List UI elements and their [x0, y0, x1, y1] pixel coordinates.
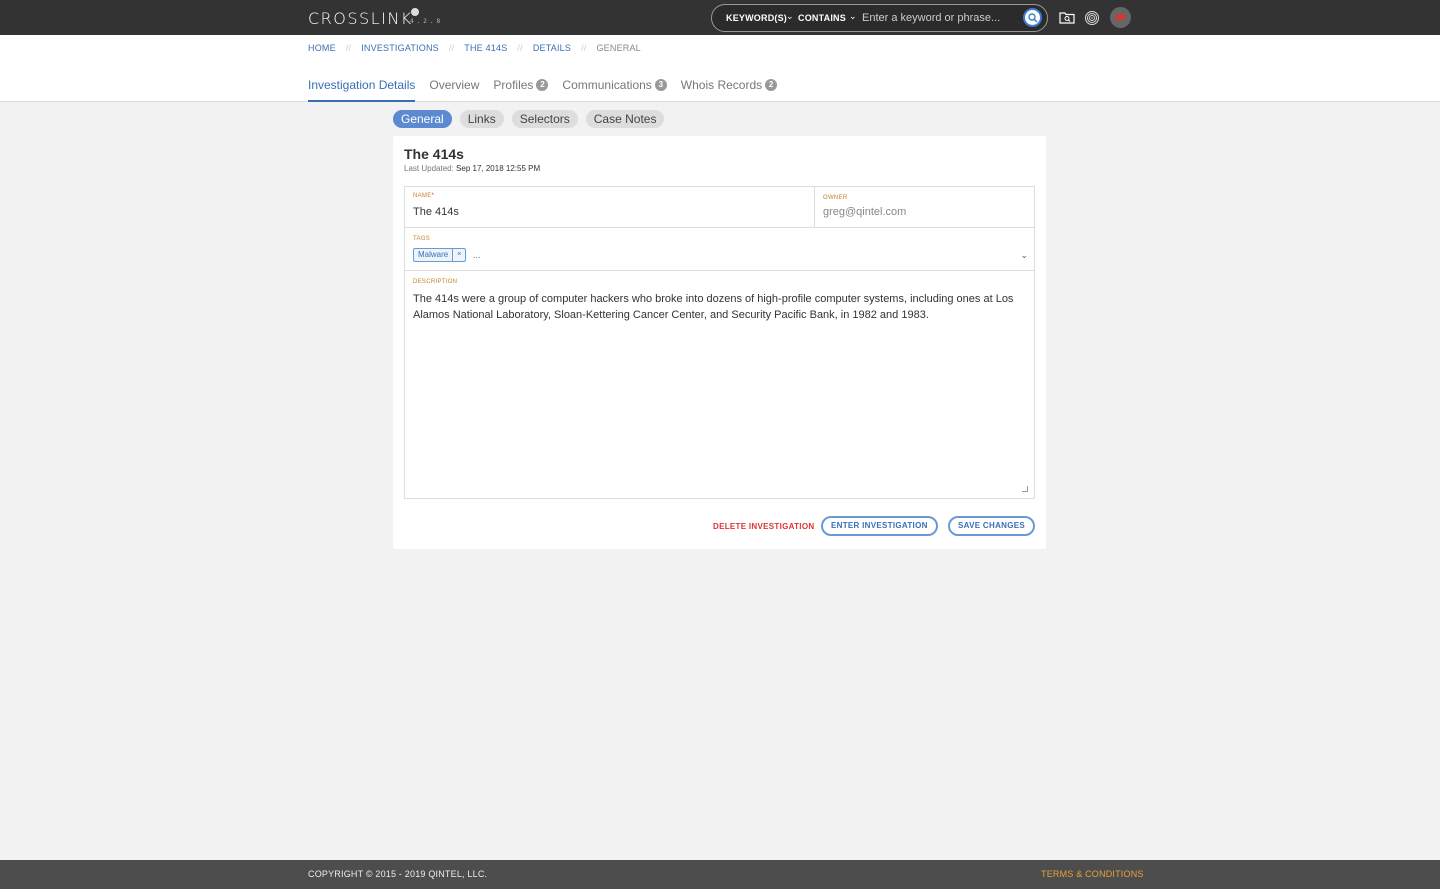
- name-input[interactable]: The 414s: [413, 206, 459, 218]
- user-avatar-icon: [1116, 14, 1125, 21]
- search-button[interactable]: [1023, 8, 1042, 27]
- description-textarea[interactable]: The 414s were a group of computer hacker…: [413, 291, 1023, 323]
- description-label: DESCRIPTION: [413, 279, 458, 285]
- enter-investigation-button[interactable]: ENTER INVESTIGATION: [821, 516, 938, 536]
- page-title: The 414s: [404, 146, 464, 162]
- tag-remove-button[interactable]: ×: [453, 249, 465, 261]
- chevron-down-icon[interactable]: ⌄: [1020, 250, 1028, 261]
- owner-field: OWNER greg@qintel.com: [814, 187, 1034, 228]
- tab-profiles[interactable]: Profiles 2: [493, 78, 549, 102]
- breadcrumb-separator: //: [517, 43, 523, 53]
- tab-label: Communications: [562, 78, 652, 92]
- tab-label: Overview: [429, 78, 480, 92]
- user-avatar[interactable]: [1110, 7, 1131, 28]
- top-bar: CROSSLINK 4.2.8 KEYWORD(S) ⌄ CONTAINS ⌄: [0, 0, 1440, 35]
- owner-label: OWNER: [823, 195, 848, 201]
- subtab-case-notes[interactable]: Case Notes: [585, 110, 665, 128]
- tab-label: Investigation Details: [308, 78, 416, 92]
- sub-tabs: General Links Selectors Case Notes: [393, 110, 672, 128]
- subtab-general[interactable]: General: [393, 110, 452, 128]
- owner-value: greg@qintel.com: [823, 206, 907, 218]
- tab-label: Profiles: [493, 78, 534, 92]
- description-field[interactable]: DESCRIPTION The 414s were a group of com…: [405, 271, 1034, 498]
- breadcrumb-separator: //: [448, 43, 455, 53]
- breadcrumb-general: GENERAL: [596, 43, 641, 53]
- count-badge: 3: [654, 79, 667, 91]
- chevron-down-icon[interactable]: ⌄: [786, 11, 794, 22]
- logo-dot-icon: [411, 8, 419, 16]
- tab-communications[interactable]: Communications 3: [562, 78, 667, 102]
- last-updated-label: Last Updated:: [404, 164, 454, 173]
- resize-handle-icon[interactable]: [1022, 486, 1028, 492]
- breadcrumb-separator: //: [581, 43, 587, 53]
- tab-overview[interactable]: Overview: [429, 78, 479, 102]
- tab-whois-records[interactable]: Whois Records 2: [680, 78, 778, 102]
- last-updated-value: Sep 17, 2018 12:55 PM: [456, 164, 541, 173]
- breadcrumb-investigation[interactable]: THE 414S: [464, 43, 507, 53]
- subtab-links[interactable]: Links: [459, 110, 504, 128]
- name-label-text: NAME: [413, 193, 432, 199]
- tab-investigation-details[interactable]: Investigation Details: [308, 78, 416, 102]
- breadcrumb-home[interactable]: HOME: [308, 43, 336, 53]
- page-header: HOME // INVESTIGATIONS // THE 414S // DE…: [0, 35, 1440, 102]
- tags-field[interactable]: TAGS Malware × ... ⌄: [405, 228, 1034, 271]
- tag-label: Malware: [414, 249, 454, 261]
- count-badge: 2: [765, 79, 778, 91]
- app-logo[interactable]: CROSSLINK: [308, 9, 413, 28]
- investigation-form: NAME* The 414s OWNER greg@qintel.com TAG…: [404, 186, 1035, 499]
- tags-input[interactable]: ...: [473, 250, 481, 260]
- folder-search-icon[interactable]: [1059, 10, 1075, 26]
- save-changes-button[interactable]: SAVE CHANGES: [948, 516, 1036, 536]
- subtab-selectors[interactable]: Selectors: [511, 110, 578, 128]
- page-footer: COPYRIGHT © 2015 - 2019 QINTEL, LLC. TER…: [0, 860, 1440, 889]
- copyright-text: COPYRIGHT © 2015 - 2019 QINTEL, LLC.: [308, 869, 488, 879]
- name-field[interactable]: NAME* The 414s OWNER greg@qintel.com: [405, 187, 1034, 228]
- fingerprint-icon[interactable]: [1084, 10, 1100, 26]
- search-type-select[interactable]: KEYWORD(S): [726, 13, 787, 23]
- delete-investigation-button[interactable]: DELETE INVESTIGATION: [713, 522, 814, 531]
- search-operator-select[interactable]: CONTAINS: [798, 13, 846, 23]
- search-bar: KEYWORD(S) ⌄ CONTAINS ⌄: [711, 4, 1048, 32]
- breadcrumb-investigations[interactable]: INVESTIGATIONS: [361, 43, 439, 53]
- investigation-card: The 414s Last Updated: Sep 17, 2018 12:5…: [393, 136, 1046, 549]
- breadcrumb: HOME // INVESTIGATIONS // THE 414S // DE…: [308, 43, 641, 53]
- app-version: 4.2.8: [410, 18, 444, 25]
- breadcrumb-separator: //: [345, 43, 352, 53]
- terms-link[interactable]: TERMS & CONDITIONS: [1041, 869, 1144, 879]
- search-input[interactable]: [862, 10, 1022, 26]
- tags-label: TAGS: [413, 236, 431, 242]
- breadcrumb-details[interactable]: DETAILS: [533, 43, 571, 53]
- search-icon: [1027, 12, 1037, 22]
- tag-chip: Malware ×: [413, 248, 467, 262]
- required-marker: *: [431, 193, 435, 199]
- name-label: NAME*: [413, 193, 434, 199]
- last-updated: Last Updated: Sep 17, 2018 12:55 PM: [404, 164, 540, 173]
- chevron-down-icon[interactable]: ⌄: [849, 11, 857, 22]
- tab-label: Whois Records: [680, 78, 763, 92]
- main-tabs: Investigation Details Overview Profiles …: [308, 78, 791, 102]
- count-badge: 2: [536, 79, 549, 91]
